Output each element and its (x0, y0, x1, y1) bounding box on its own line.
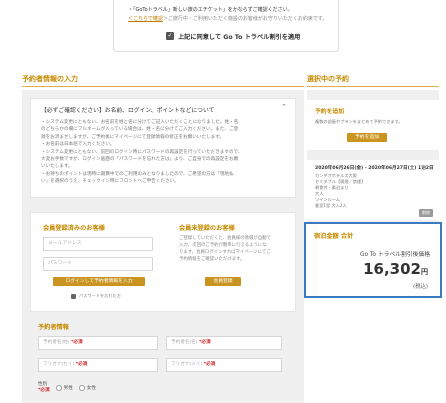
gender-row: 性別 *必須 男性 女性 (38, 382, 96, 394)
selected-section-rule (307, 86, 439, 87)
confirm-line: 大変お手数ですが、ログイン画面の「パスワードを忘れた方は」より、ご自身での再設定… (41, 157, 239, 163)
gender-required-badge: *必須 (38, 388, 50, 393)
confirm-title: 【必ずご確認ください】お名前、ログイン、ポイントなどについて (41, 108, 215, 114)
add-plan-title: 予約を追加 (315, 109, 344, 115)
total-amount: 16,302円 (363, 260, 428, 278)
notice-line-2: ＜こちらで確認＞ご旅行中・ご利用いただく施設のお客様がお守りいただくお約束です。 (128, 15, 327, 22)
forgot-password-link[interactable]: パスワードを忘れた方 (71, 293, 121, 299)
notice-line-1: ・「GoToトラベル」新しい旅のエチケット」をかならずご確認ください。 (128, 7, 293, 13)
tax-included-label: (税込) (413, 284, 428, 290)
first-kana-placeholder: フリガナ(メイ) (171, 362, 203, 367)
last-name-placeholder: 予約者名(姓) (43, 340, 70, 345)
gender-female-label[interactable]: 女性 (87, 385, 96, 391)
add-plan-box: 予約を追加 複数の部屋やプランをまとめて予約できます。 予約を追加 (307, 100, 439, 150)
radio-icon[interactable] (55, 385, 62, 391)
member-login-title: 会員登録済みのお客様 (43, 225, 105, 232)
delete-button[interactable]: 削除 (419, 209, 433, 217)
radio-icon[interactable] (78, 385, 85, 391)
trip-details: カンデオホテルズ大阪 セミダブル【喫煙／禁煙】 朝食付・素泊まり 大人 ツインル… (315, 173, 415, 209)
notice-link[interactable]: ＜こちらで確認 (128, 16, 163, 22)
add-plan-button[interactable]: 予約を追加 (347, 133, 387, 142)
last-name-field[interactable]: 予約者名(姓) *必須 (38, 336, 158, 350)
required-badge: *必須 (199, 340, 211, 345)
confirm-line: いいたします。 (41, 164, 73, 170)
total-price-box: 宿泊金額 合計 Go To トラベル割引後価格 16,302円 (税込) (304, 222, 442, 298)
required-badge: *必須 (71, 340, 83, 345)
last-kana-field[interactable]: フリガナ(セイ) *必須 (38, 358, 158, 372)
guest-text: ご登録していただくと、会員様の情報が自動で入力、次回のご予約が簡単に行えるように… (179, 236, 271, 262)
gender-label: 性別 *必須 (38, 382, 50, 394)
booker-info-title: 予約者情報 (38, 324, 69, 331)
register-button[interactable]: 会員登録 (205, 277, 241, 286)
login-button[interactable]: ログインして予約者情報を入力 (53, 277, 145, 286)
notice-line-2-text: ＞ご旅行中・ご利用いただく施設のお客様がお守りいただくお約束です。 (162, 16, 328, 22)
last-kana-placeholder: フリガナ(セイ) (43, 362, 75, 367)
gender-female-radio[interactable]: 女性 (78, 385, 96, 391)
total-amount-value: 16,302 (363, 260, 421, 278)
confirm-line: い」を選択のうえ、チェックイン時にフロントへご申告ください。 (41, 179, 179, 185)
confirm-text: ・システム変更にともない、お名前を姓と名に分けてご記入いただくことになりました。… (41, 119, 291, 186)
yen-unit: 円 (421, 268, 428, 276)
first-name-field[interactable]: 予約者名(名) *必須 (166, 336, 282, 350)
booker-section-rule (22, 86, 304, 87)
confirm-notice-box: 【必ずご確認ください】お名前、ログイン、ポイントなどについて ⌃ ・システム変更… (30, 98, 296, 198)
gender-male-label[interactable]: 男性 (64, 385, 73, 391)
confirm-line: のどちらかの欄にフルネームが入っている場合は、姓・名に分けてご入力ください。また… (41, 127, 239, 133)
goto-agree-label[interactable]: 上記に同意して Go To トラベル割引を適用 (178, 32, 300, 41)
trip-dates: 2020年06月26日(金) - 2020年06月27日(土) 1泊2日 (315, 166, 434, 171)
goto-notice-card: ・「GoToトラベル」新しい旅のエチケット」をかならずご確認ください。 ＜こちら… (113, 0, 339, 52)
add-plan-text: 複数の部屋やプランをまとめて予約できます。 (315, 119, 403, 124)
collapse-chevron-icon[interactable]: ⌃ (281, 103, 287, 111)
lock-icon (71, 293, 76, 299)
password-field[interactable]: パスワード (43, 257, 153, 271)
confirm-line: ・お持ちのポイントは現時に期算中でのご利用のみとなりましたので、ご希望の方は「現… (41, 171, 234, 177)
booker-section-title: 予約者情報の入力 (22, 75, 78, 83)
forgot-password-label[interactable]: パスワードを忘れた方 (79, 293, 121, 299)
required-badge: *必須 (203, 362, 216, 367)
checkbox-checked-icon[interactable]: ✓ (166, 32, 174, 40)
confirm-line: ・お名前は日本語で入力ください。 (41, 142, 115, 148)
guest-title: 会員未登録のお客様 (179, 225, 235, 232)
email-field[interactable]: メールアドレス (43, 237, 153, 251)
first-name-placeholder: 予約者名(名) (171, 340, 198, 345)
required-badge: *必須 (75, 362, 88, 367)
confirm-line: ・システム変更にともない、前回のログイン時にパスワードの再設定を行っていただきま… (41, 149, 243, 155)
goto-agree-checkbox-row[interactable]: ✓ 上記に同意して Go To トラベル割引を適用 (166, 31, 300, 41)
selected-section-title: 選択中の予約 (307, 75, 349, 83)
confirm-line: 録をお済ませしますが、ご予約後にマイページにて登録情報の修正をお願いいたします。 (41, 134, 224, 140)
login-box: 会員登録済みのお客様 メールアドレス パスワード ログインして予約者情報を入力 … (30, 212, 296, 312)
first-kana-field[interactable]: フリガナ(メイ) *必須 (166, 358, 282, 372)
total-price-title: 宿泊金額 合計 (314, 233, 354, 240)
trip-detail-line: 客室1室 大人2人 (315, 203, 347, 208)
trip-summary: 2020年06月26日(金) - 2020年06月27日(土) 1泊2日 カンデ… (307, 160, 439, 220)
gender-male-radio[interactable]: 男性 (55, 385, 73, 391)
goto-discount-label: Go To トラベル割引後価格 (360, 252, 430, 258)
confirm-line: ・システム変更にともない、お名前を姓と名に分けてご記入いただくことになりました。… (41, 120, 239, 125)
